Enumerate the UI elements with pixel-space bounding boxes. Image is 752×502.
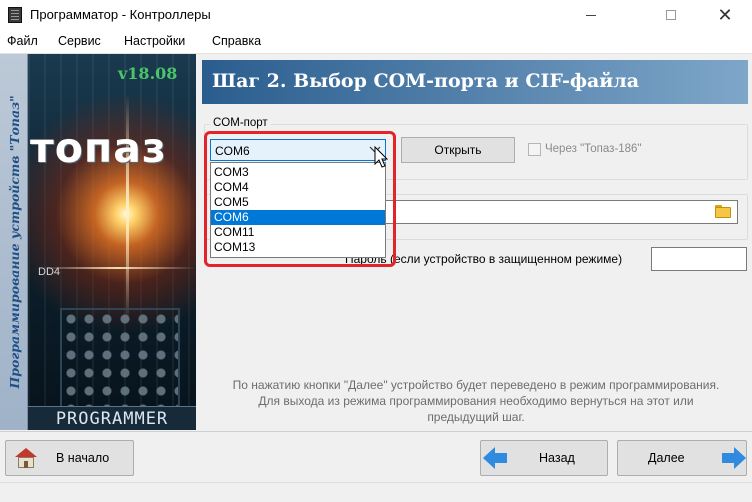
banner-footer: PROGRAMMER (28, 406, 196, 430)
chip-label: DD4 (38, 266, 61, 278)
close-button[interactable]: ✕ (702, 0, 748, 30)
menu-file[interactable]: Файл (7, 34, 38, 48)
com-port-group-label: COM-порт (210, 117, 271, 129)
bottom-divider (0, 431, 752, 432)
light-flare-horizontal (40, 267, 196, 269)
topaz186-checkbox[interactable] (528, 143, 541, 156)
info-text: По нажатию кнопки "Далее" устройство буд… (200, 377, 752, 425)
programmer-app-icon (8, 7, 22, 23)
banner-side-strip: Программирование устройств "Топаз" (0, 54, 28, 430)
status-bar (0, 482, 752, 502)
menu-service[interactable]: Сервис (58, 34, 101, 48)
chip-illustration (60, 308, 180, 408)
menu-help[interactable]: Справка (212, 34, 261, 48)
mouse-pointer-icon (374, 146, 389, 168)
topaz186-checkbox-label: Через "Топаз-186" (545, 143, 642, 155)
info-line-3: предыдущий шаг. (427, 410, 525, 424)
window-title: Программатор - Контроллеры (30, 7, 211, 22)
banner-version: v18.08 (118, 64, 178, 83)
info-line-2: Для выхода из режима программирования не… (258, 394, 694, 408)
maximize-button[interactable] (648, 0, 694, 30)
house-icon (15, 448, 37, 468)
arrow-left-icon (483, 447, 507, 469)
annotation-highlight (204, 131, 396, 267)
banner-vertical-caption: Программирование устройств "Топаз" (7, 95, 22, 389)
step-title: Шаг 2. Выбор COM-порта и CIF-файла (212, 70, 640, 92)
password-field[interactable] (651, 247, 747, 271)
menu-settings[interactable]: Настройки (124, 34, 185, 48)
menu-bar: Файл Сервис Настройки Справка (0, 30, 752, 54)
start-button-label: В начало (56, 451, 110, 465)
next-button-label: Далее (648, 451, 685, 465)
maximize-icon (666, 10, 676, 20)
arrow-right-icon (722, 447, 746, 469)
info-line-1: По нажатию кнопки "Далее" устройство буд… (232, 378, 720, 392)
step-header: Шаг 2. Выбор COM-порта и CIF-файла (202, 60, 748, 104)
title-bar: Программатор - Контроллеры ✕ (0, 0, 752, 30)
product-banner: Программирование устройств "Топаз" DD4 v… (0, 54, 196, 430)
folder-icon[interactable] (715, 205, 731, 218)
minimize-icon (586, 14, 596, 16)
minimize-button[interactable] (568, 0, 614, 30)
start-button[interactable]: В начало (5, 440, 134, 476)
back-button-label: Назад (539, 451, 575, 465)
banner-logo: топаз (30, 124, 167, 172)
open-port-button[interactable]: Открыть (401, 137, 515, 163)
next-button[interactable]: Далее (617, 440, 747, 476)
close-icon: ✕ (717, 4, 733, 25)
back-button[interactable]: Назад (480, 440, 608, 476)
